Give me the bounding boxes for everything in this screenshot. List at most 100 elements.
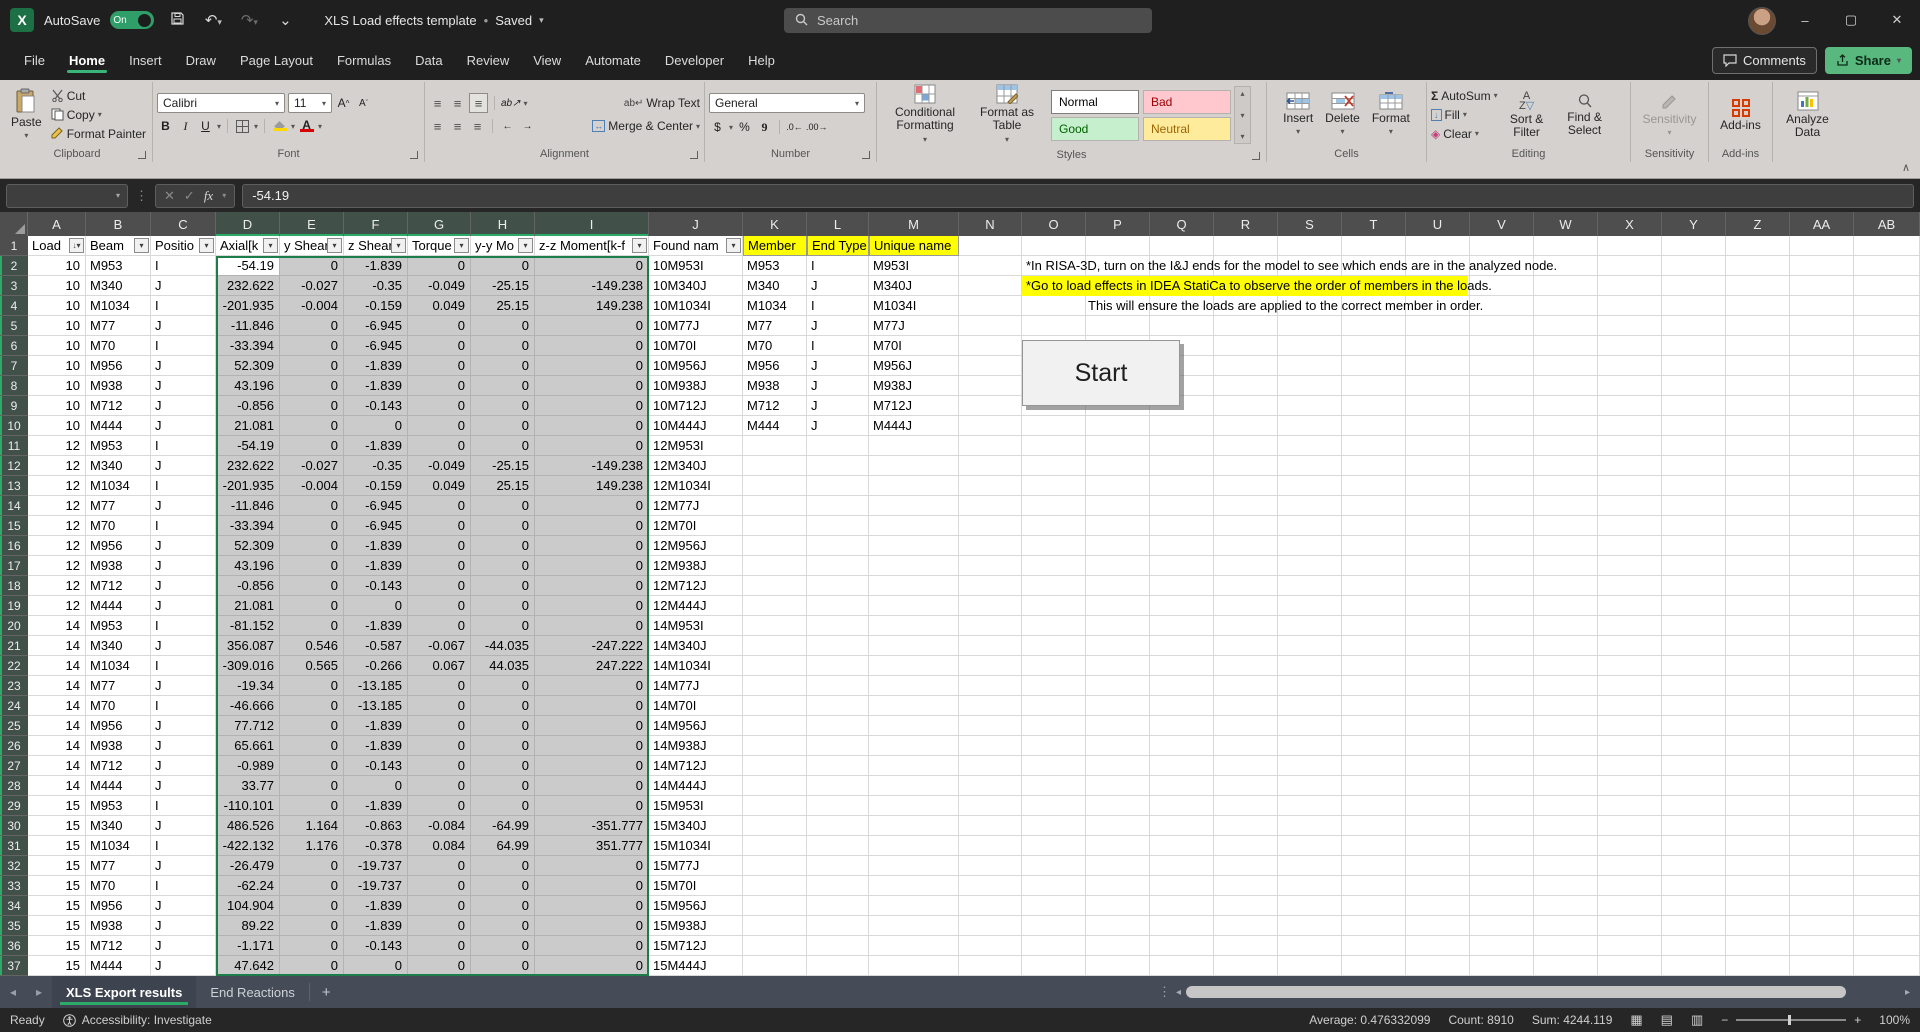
cell-X31[interactable]	[1598, 836, 1662, 856]
page-layout-view-icon[interactable]: ▤	[1661, 1012, 1673, 1028]
cell-AB32[interactable]	[1854, 856, 1920, 876]
cell-M19[interactable]	[869, 596, 959, 616]
cell-U20[interactable]	[1406, 616, 1470, 636]
row-header-34[interactable]: 34	[0, 896, 28, 916]
cell-G5[interactable]: 0	[408, 316, 471, 336]
cell-N1[interactable]	[959, 236, 1022, 256]
cell-Y15[interactable]	[1662, 516, 1726, 536]
cell-X33[interactable]	[1598, 876, 1662, 896]
tab-draw[interactable]: Draw	[174, 43, 228, 78]
cell-N4[interactable]	[959, 296, 1022, 316]
cell-P15[interactable]	[1086, 516, 1150, 536]
cell-N18[interactable]	[959, 576, 1022, 596]
cell-Z8[interactable]	[1726, 376, 1790, 396]
cell-D19[interactable]: 21.081	[216, 596, 280, 616]
format-cells-button[interactable]: Format ▾	[1367, 82, 1415, 147]
cell-T24[interactable]	[1342, 696, 1406, 716]
cell-I28[interactable]: 0	[535, 776, 649, 796]
cell-B26[interactable]: M938	[86, 736, 151, 756]
cell-Z20[interactable]	[1726, 616, 1790, 636]
cell-U6[interactable]	[1406, 336, 1470, 356]
cell-P18[interactable]	[1086, 576, 1150, 596]
cell-X34[interactable]	[1598, 896, 1662, 916]
cell-A5[interactable]: 10	[28, 316, 86, 336]
cell-Y14[interactable]	[1662, 496, 1726, 516]
cell-O33[interactable]	[1022, 876, 1086, 896]
cell-M35[interactable]	[869, 916, 959, 936]
formula-bar-splitter[interactable]: ⋮	[135, 188, 148, 204]
cell-G16[interactable]: 0	[408, 536, 471, 556]
cell-I24[interactable]: 0	[535, 696, 649, 716]
cell-S9[interactable]	[1278, 396, 1342, 416]
cell-U26[interactable]	[1406, 736, 1470, 756]
cell-X18[interactable]	[1598, 576, 1662, 596]
cell-U13[interactable]	[1406, 476, 1470, 496]
cell-P1[interactable]	[1086, 236, 1150, 256]
cell-E15[interactable]: 0	[280, 516, 344, 536]
cell-AB31[interactable]	[1854, 836, 1920, 856]
cell-R15[interactable]	[1214, 516, 1278, 536]
cell-V13[interactable]	[1470, 476, 1534, 496]
cell-B28[interactable]: M444	[86, 776, 151, 796]
cell-P14[interactable]	[1086, 496, 1150, 516]
cell-C19[interactable]: J	[151, 596, 216, 616]
cell-D2[interactable]: -54.19	[216, 256, 280, 276]
cell-F25[interactable]: -1.839	[344, 716, 408, 736]
cell-F8[interactable]: -1.839	[344, 376, 408, 396]
cell-W33[interactable]	[1534, 876, 1598, 896]
row-header-32[interactable]: 32	[0, 856, 28, 876]
cell-U8[interactable]	[1406, 376, 1470, 396]
cell-H29[interactable]: 0	[471, 796, 535, 816]
cell-N14[interactable]	[959, 496, 1022, 516]
cell-P17[interactable]	[1086, 556, 1150, 576]
cell-B1[interactable]: Beam▾	[86, 236, 151, 256]
col-header-U[interactable]: U	[1406, 212, 1470, 236]
cell-X5[interactable]	[1598, 316, 1662, 336]
row-header-5[interactable]: 5	[0, 316, 28, 336]
cell-G18[interactable]: 0	[408, 576, 471, 596]
cell-S1[interactable]	[1278, 236, 1342, 256]
start-button[interactable]: Start	[1022, 340, 1180, 406]
cell-V32[interactable]	[1470, 856, 1534, 876]
cell-L36[interactable]	[807, 936, 869, 956]
cell-A4[interactable]: 10	[28, 296, 86, 316]
cell-D7[interactable]: 52.309	[216, 356, 280, 376]
cell-Z35[interactable]	[1726, 916, 1790, 936]
cell-S30[interactable]	[1278, 816, 1342, 836]
cell-E31[interactable]: 1.176	[280, 836, 344, 856]
cell-T32[interactable]	[1342, 856, 1406, 876]
cell-P36[interactable]	[1086, 936, 1150, 956]
cell-O10[interactable]	[1022, 416, 1086, 436]
cell-V34[interactable]	[1470, 896, 1534, 916]
cell-Z2[interactable]	[1726, 256, 1790, 276]
cell-S27[interactable]	[1278, 756, 1342, 776]
cell-T18[interactable]	[1342, 576, 1406, 596]
cell-H34[interactable]: 0	[471, 896, 535, 916]
cell-J11[interactable]: 12M953I	[649, 436, 743, 456]
cell-B19[interactable]: M444	[86, 596, 151, 616]
cell-L34[interactable]	[807, 896, 869, 916]
cell-P19[interactable]	[1086, 596, 1150, 616]
cell-AB36[interactable]	[1854, 936, 1920, 956]
cell-I22[interactable]: 247.222	[535, 656, 649, 676]
cell-N22[interactable]	[959, 656, 1022, 676]
cell-N2[interactable]	[959, 256, 1022, 276]
cell-K17[interactable]	[743, 556, 807, 576]
cell-AA37[interactable]	[1790, 956, 1854, 976]
row-header-16[interactable]: 16	[0, 536, 28, 556]
cell-H4[interactable]: 25.15	[471, 296, 535, 316]
cell-W17[interactable]	[1534, 556, 1598, 576]
cell-W29[interactable]	[1534, 796, 1598, 816]
cell-N37[interactable]	[959, 956, 1022, 976]
cell-X13[interactable]	[1598, 476, 1662, 496]
cell-Q34[interactable]	[1150, 896, 1214, 916]
cell-S35[interactable]	[1278, 916, 1342, 936]
row-header-29[interactable]: 29	[0, 796, 28, 816]
cell-H10[interactable]: 0	[471, 416, 535, 436]
cell-R37[interactable]	[1214, 956, 1278, 976]
cell-A30[interactable]: 15	[28, 816, 86, 836]
cell-M7[interactable]: M956J	[869, 356, 959, 376]
cell-Z7[interactable]	[1726, 356, 1790, 376]
cell-X1[interactable]	[1598, 236, 1662, 256]
cell-A25[interactable]: 14	[28, 716, 86, 736]
